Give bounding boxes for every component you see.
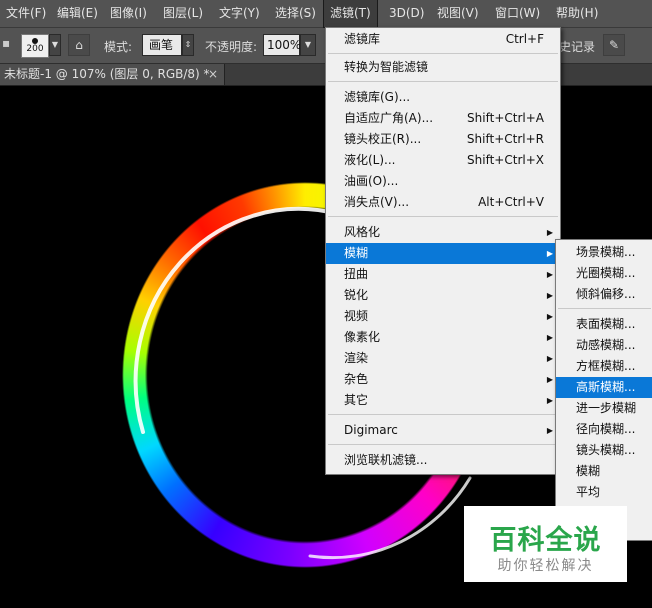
menu-separator — [328, 81, 558, 82]
liquify-item[interactable]: 液化(L)... Shift+Ctrl+X — [326, 150, 560, 171]
gaussian-blur-item[interactable]: 高斯模糊... — [556, 377, 652, 398]
submenu-arrow-icon: ▶ — [546, 291, 553, 300]
submenu-arrow-icon: ▶ — [546, 333, 553, 342]
menu-separator — [328, 444, 558, 445]
distort-item[interactable]: 扭曲 ▶ — [326, 264, 560, 285]
average-item[interactable]: 平均 — [556, 482, 652, 503]
blur-item[interactable]: 模糊 ▶ — [326, 243, 560, 264]
box-blur-item[interactable]: 方框模糊... — [556, 356, 652, 377]
browse-online-filters-item[interactable]: 浏览联机滤镜... — [326, 450, 560, 471]
submenu-arrow-icon: ▶ — [546, 354, 553, 363]
blur-more-item[interactable]: 进一步模糊 — [556, 398, 652, 419]
filter-gallery-item[interactable]: 滤镜库(G)... — [326, 87, 560, 108]
tilt-shift-item[interactable]: 倾斜偏移... — [556, 284, 652, 305]
motion-blur-item[interactable]: 动感模糊... — [556, 335, 652, 356]
filter-menu: 滤镜库 Ctrl+F 转换为智能滤镜 滤镜库(G)... 自适应广角(A)... S… — [325, 27, 561, 475]
blur-item[interactable]: 模糊 — [556, 461, 652, 482]
field-blur-item[interactable]: 场景模糊... — [556, 242, 652, 263]
sharpen-item[interactable]: 锐化 ▶ — [326, 285, 560, 306]
submenu-arrow-icon: ▶ — [546, 249, 553, 258]
watermark-subtitle: 助你轻松解决 — [497, 558, 594, 574]
submenu-arrow-icon: ▶ — [546, 312, 553, 321]
noise-item[interactable]: 杂色 ▶ — [326, 369, 560, 390]
submenu-arrow-icon: ▶ — [546, 375, 553, 384]
oil-paint-item[interactable]: 油画(O)... — [326, 171, 560, 192]
menu-separator — [328, 53, 558, 54]
vanishing-point-item[interactable]: 消失点(V)... Alt+Ctrl+V — [326, 192, 560, 213]
watermark-title: 百科全说 — [489, 525, 602, 556]
submenu-arrow-icon: ▶ — [546, 396, 553, 405]
digimarc-item[interactable]: Digimarc ▶ — [326, 420, 560, 441]
filter-gallery-last-item[interactable]: 滤镜库 Ctrl+F — [326, 29, 560, 50]
submenu-arrow-icon: ▶ — [546, 270, 553, 279]
menu-separator — [328, 216, 558, 217]
lens-blur-item[interactable]: 镜头模糊... — [556, 440, 652, 461]
surface-blur-item[interactable]: 表面模糊... — [556, 314, 652, 335]
menu-separator — [328, 414, 558, 415]
iris-blur-item[interactable]: 光圈模糊... — [556, 263, 652, 284]
lens-correction-item[interactable]: 镜头校正(R)... Shift+Ctrl+R — [326, 129, 560, 150]
convert-smart-filter-item[interactable]: 转换为智能滤镜 — [326, 57, 560, 78]
adaptive-wide-angle-item[interactable]: 自适应广角(A)... Shift+Ctrl+A — [326, 108, 560, 129]
video-item[interactable]: 视频 ▶ — [326, 306, 560, 327]
pixelate-item[interactable]: 像素化 ▶ — [326, 327, 560, 348]
submenu-arrow-icon: ▶ — [546, 228, 553, 237]
radial-blur-item[interactable]: 径向模糊... — [556, 419, 652, 440]
stylize-item[interactable]: 风格化 ▶ — [326, 222, 560, 243]
render-item[interactable]: 渲染 ▶ — [326, 348, 560, 369]
submenu-arrow-icon: ▶ — [546, 426, 553, 435]
other-item[interactable]: 其它 ▶ — [326, 390, 560, 411]
watermark-logo: 百科全说 助你轻松解决 — [464, 506, 627, 582]
menu-separator — [558, 308, 651, 309]
blur-submenu: 场景模糊... 光圈模糊... 倾斜偏移... 表面模糊... 动感模糊... … — [555, 239, 652, 541]
